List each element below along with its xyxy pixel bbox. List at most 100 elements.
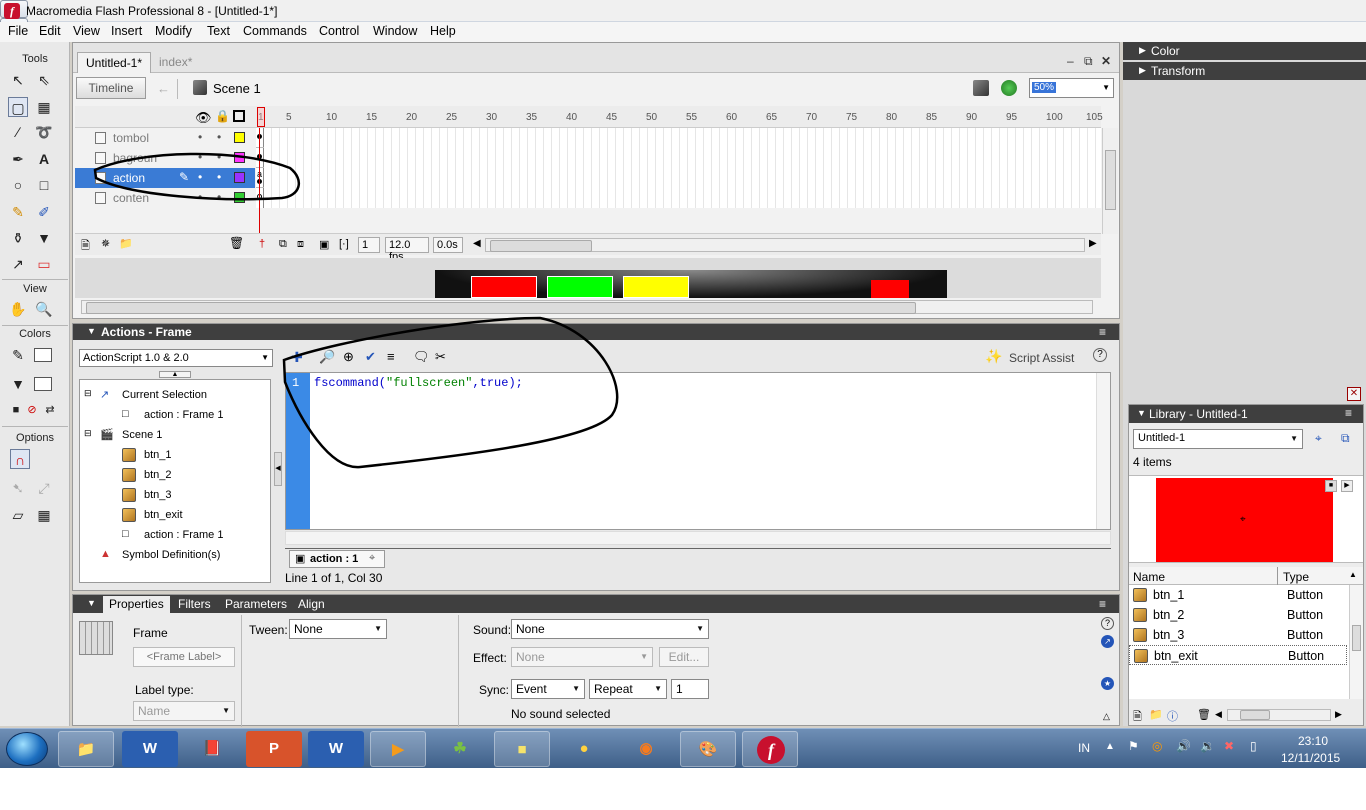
playhead[interactable] bbox=[257, 107, 265, 127]
zoom-select[interactable]: 50% ▼ bbox=[1029, 78, 1114, 98]
stop-preview-icon[interactable]: ■ bbox=[1325, 480, 1337, 492]
battery-icon[interactable]: ▯ bbox=[1250, 739, 1257, 753]
tree-symbol-definitions[interactable]: Symbol Definition(s) bbox=[122, 549, 220, 561]
start-button-icon[interactable] bbox=[6, 732, 48, 766]
check-syntax-icon[interactable]: ✔ bbox=[365, 349, 376, 365]
splitter-handle[interactable]: ◀ bbox=[274, 452, 282, 486]
accessibility-icon[interactable]: ★ bbox=[1101, 677, 1114, 690]
edit-scene-icon[interactable] bbox=[973, 80, 989, 96]
modify-markers-icon[interactable]: [·] bbox=[339, 238, 349, 250]
snap-to-objects-icon[interactable]: ∩ bbox=[10, 449, 30, 469]
outline-icon[interactable] bbox=[233, 110, 245, 122]
column-name-header[interactable]: Name bbox=[1133, 570, 1165, 584]
visibility-dot[interactable]: • bbox=[198, 170, 202, 184]
reader-taskbar-icon[interactable]: 📕 bbox=[184, 731, 240, 767]
menu-view[interactable]: View bbox=[73, 24, 100, 38]
onion-skin-icon[interactable]: ⧉ bbox=[279, 238, 287, 251]
library-item[interactable]: btn_exit Button bbox=[1129, 645, 1347, 665]
layer-color-swatch[interactable] bbox=[234, 172, 245, 183]
tree-button-item[interactable]: btn_2 bbox=[144, 469, 172, 481]
network-icon[interactable]: ✖ bbox=[1224, 739, 1234, 753]
stage-canvas[interactable] bbox=[435, 270, 947, 298]
color-panel-header[interactable]: ▶ Color bbox=[1123, 42, 1366, 60]
menu-file[interactable]: File bbox=[8, 24, 28, 38]
scroll-thumb[interactable] bbox=[1240, 710, 1270, 720]
clock-date[interactable]: 12/11/2015 bbox=[1281, 751, 1340, 765]
help-icon[interactable]: ? bbox=[1101, 617, 1114, 630]
collapse-properties-icon[interactable]: △ bbox=[1103, 711, 1110, 722]
eyedropper-tool-icon[interactable]: ↗ bbox=[8, 254, 28, 274]
editor-horizontal-scrollbar[interactable] bbox=[285, 531, 1111, 545]
scroll-left-arrow[interactable]: ◀ bbox=[1215, 709, 1222, 720]
menu-text[interactable]: Text bbox=[207, 24, 230, 38]
insert-layer-icon[interactable]: 🗎 bbox=[81, 237, 90, 256]
stage-button-red[interactable] bbox=[471, 276, 537, 298]
tray-app-icon[interactable]: ◎ bbox=[1152, 739, 1162, 753]
visibility-dot[interactable]: • bbox=[198, 130, 202, 144]
tab-parameters[interactable]: Parameters bbox=[225, 597, 287, 611]
sync-select[interactable]: Event ▼ bbox=[511, 679, 585, 699]
code-hint-icon[interactable]: 🗨 bbox=[413, 349, 430, 365]
visibility-dot[interactable]: • bbox=[198, 190, 202, 204]
free-transform-tool-icon[interactable]: ▢ bbox=[8, 97, 28, 117]
fill-color-icon[interactable]: ▼ bbox=[8, 374, 28, 394]
stage-exit-button[interactable] bbox=[871, 280, 909, 298]
timeline-toggle-button[interactable]: Timeline bbox=[76, 77, 146, 99]
distort-icon[interactable]: ▱ bbox=[8, 505, 28, 525]
tween-select[interactable]: None ▼ bbox=[289, 619, 387, 639]
tree-scene[interactable]: Scene 1 bbox=[122, 429, 162, 441]
flash-taskbar-icon[interactable]: f bbox=[742, 731, 798, 767]
panel-menu-icon[interactable]: ≡ bbox=[1099, 325, 1106, 339]
lock-dot[interactable]: • bbox=[217, 130, 221, 144]
lock-dot[interactable]: • bbox=[217, 190, 221, 204]
scroll-thumb[interactable] bbox=[1105, 150, 1116, 210]
flash-app-icon[interactable]: f bbox=[4, 3, 20, 19]
gradient-transform-tool-icon[interactable]: ▦ bbox=[34, 97, 54, 117]
brush-tool-icon[interactable]: ✐ bbox=[34, 202, 54, 222]
lock-dot[interactable]: • bbox=[217, 150, 221, 164]
back-arrow-icon[interactable]: ← bbox=[157, 81, 170, 96]
scroll-thumb[interactable] bbox=[86, 302, 916, 314]
frame-rate-readout[interactable]: 12.0 fps bbox=[385, 237, 429, 263]
timeline-vertical-scrollbar[interactable] bbox=[1102, 128, 1118, 234]
timeline-horizontal-scrollbar[interactable] bbox=[485, 238, 1085, 252]
add-motion-guide-icon[interactable]: ✵ bbox=[101, 237, 110, 250]
menu-edit[interactable]: Edit bbox=[39, 24, 61, 38]
library-vertical-scrollbar[interactable] bbox=[1349, 585, 1363, 699]
doc-restore-icon[interactable]: ⧉ bbox=[1084, 54, 1093, 69]
volume-icon[interactable]: 🔉 bbox=[1200, 739, 1215, 753]
word-taskbar-icon[interactable]: W bbox=[122, 731, 178, 767]
paint-bucket-tool-icon[interactable]: ▼ bbox=[34, 228, 54, 248]
eraser-tool-icon[interactable]: ▭ bbox=[34, 254, 54, 274]
properties-icon[interactable]: ⓘ bbox=[1167, 708, 1178, 724]
repeat-count-input[interactable]: 1 bbox=[671, 679, 709, 699]
frame-ruler[interactable]: 1 5 10 15 20 25 30 35 40 45 50 55 60 65 70 75 80 85 90 95 10… bbox=[256, 106, 1103, 128]
layer-row[interactable]: tombol • • bbox=[75, 128, 255, 148]
code-line-1[interactable]: fscommand("fullscreen",true); bbox=[314, 376, 523, 390]
insert-folder-icon[interactable]: 📁 bbox=[119, 237, 133, 250]
library-item[interactable]: btn_2 Button bbox=[1129, 605, 1347, 625]
keyframe[interactable]: a bbox=[256, 168, 264, 188]
rectangle-tool-icon[interactable]: □ bbox=[34, 175, 54, 195]
frame-label-input[interactable] bbox=[133, 647, 235, 667]
language-indicator[interactable]: IN bbox=[1078, 741, 1090, 755]
onion-outline-icon[interactable]: ⧈ bbox=[297, 238, 304, 251]
speaker-icon[interactable]: 🔊 bbox=[1176, 739, 1191, 753]
repeat-select[interactable]: Repeat ▼ bbox=[589, 679, 667, 699]
library-panel-header[interactable]: ▼ Library - Untitled-1 ≡ bbox=[1129, 405, 1363, 423]
menu-window[interactable]: Window bbox=[373, 24, 417, 38]
layer-row[interactable]: bagroun • • bbox=[75, 148, 255, 168]
sticky-notes-taskbar-icon[interactable]: ■ bbox=[494, 731, 550, 767]
frame-grid[interactable]: a bbox=[256, 128, 1101, 243]
media-player-taskbar-icon[interactable]: ▶ bbox=[370, 731, 426, 767]
hand-tool-icon[interactable]: ✋ bbox=[8, 299, 28, 319]
pen-tool-icon[interactable]: ✒ bbox=[8, 149, 28, 169]
stage-area[interactable] bbox=[75, 258, 1101, 298]
debug-options-icon[interactable]: ✂ bbox=[435, 349, 446, 365]
ink-bottle-tool-icon[interactable]: ⚱ bbox=[8, 228, 28, 248]
flag-icon[interactable]: ⚑ bbox=[1128, 739, 1139, 753]
stage-horizontal-scrollbar[interactable] bbox=[81, 300, 1093, 314]
close-panel-icon[interactable]: ✕ bbox=[1347, 387, 1361, 401]
scroll-thumb[interactable] bbox=[1352, 625, 1361, 651]
visibility-dot[interactable]: • bbox=[198, 150, 202, 164]
